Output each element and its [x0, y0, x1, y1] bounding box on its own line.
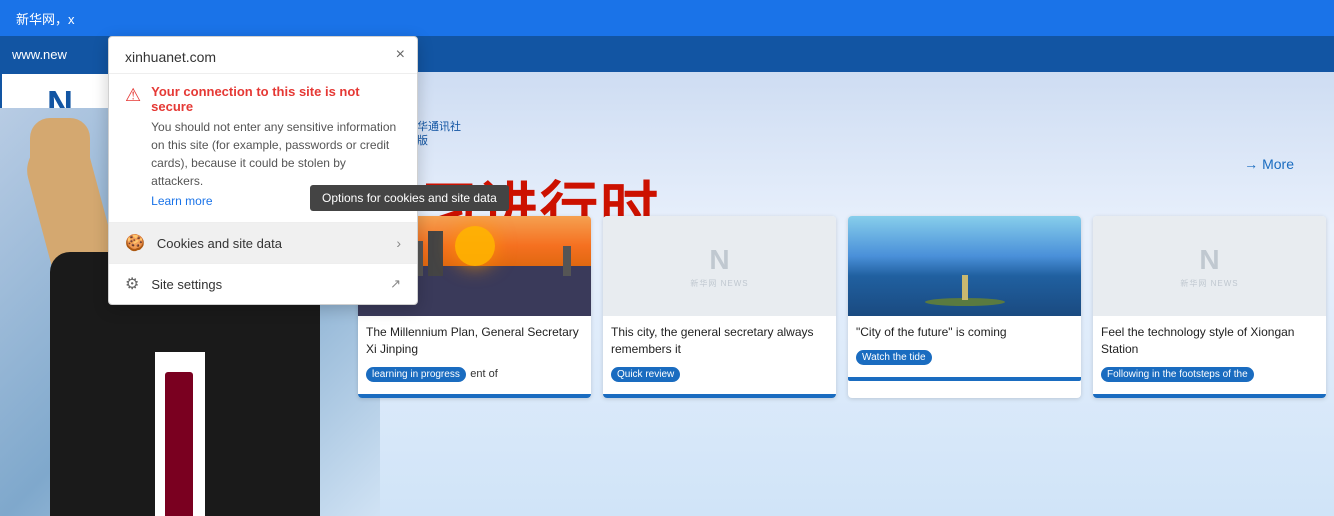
- site-header-text: www.new: [12, 47, 67, 62]
- card-4-body: Feel the technology style of Xiongan Sta…: [1093, 316, 1326, 390]
- more-arrow: →: [1244, 156, 1258, 172]
- site-settings-label: Site settings: [151, 277, 222, 292]
- card-4-title: Feel the technology style of Xiongan Sta…: [1101, 324, 1318, 358]
- cookies-label: Cookies and site data: [157, 236, 282, 251]
- popup-header: xinhuanet.com ×: [109, 37, 417, 74]
- learn-more-link[interactable]: Learn more: [151, 194, 212, 208]
- news-card-3[interactable]: "City of the future" is coming Watch the…: [848, 216, 1081, 398]
- card-2-body: This city, the general secretary always …: [603, 316, 836, 390]
- xh-logo-4: N 新华网 NEWS: [1180, 244, 1238, 289]
- card-1-bar: [358, 394, 591, 398]
- more-button[interactable]: → More: [1244, 156, 1294, 172]
- card-4-image: N 新华网 NEWS: [1093, 216, 1326, 316]
- security-popup: xinhuanet.com × ⚠ Your connection to thi…: [108, 36, 418, 305]
- news-cards-row: The Millennium Plan, General Secretary X…: [350, 216, 1334, 398]
- site-settings-menu-item[interactable]: ⚙ Site settings ↗: [109, 264, 417, 304]
- popup-close-button[interactable]: ×: [396, 47, 405, 63]
- cookies-menu-item[interactable]: 🍪 Cookies and site data ›: [109, 223, 417, 263]
- card-3-tag: Watch the tide: [856, 350, 932, 365]
- security-title: Your connection to this site is not secu…: [151, 84, 401, 114]
- lighthouse: [962, 275, 968, 300]
- cookies-item-left: 🍪 Cookies and site data: [125, 233, 282, 253]
- card-4-tag: Following in the footsteps of the: [1101, 367, 1254, 382]
- more-label: More: [1262, 156, 1294, 172]
- security-desc: You should not enter any sensitive infor…: [151, 118, 401, 190]
- cookie-tooltip-text: Options for cookies and site data: [322, 191, 497, 205]
- news-card-2[interactable]: N 新华网 NEWS This city, the general secret…: [603, 216, 836, 398]
- card-1-body: The Millennium Plan, General Secretary X…: [358, 316, 591, 390]
- external-link-icon: ↗: [390, 276, 401, 292]
- cookie-icon: 🍪: [125, 233, 145, 253]
- card-3-title: "City of the future" is coming: [856, 324, 1073, 341]
- card-3-image: [848, 216, 1081, 316]
- card-2-title: This city, the general secretary always …: [611, 324, 828, 358]
- card-3-body: "City of the future" is coming Watch the…: [848, 316, 1081, 373]
- card-2-tag: Quick review: [611, 367, 680, 382]
- warning-icon: ⚠: [125, 85, 141, 106]
- tab-label: 新华网，x: [16, 9, 75, 28]
- card-1-title: The Millennium Plan, General Secretary X…: [366, 324, 583, 358]
- browser-tab-bar: 新华网，x: [0, 0, 1334, 36]
- xh-logo-2: N 新华网 NEWS: [690, 244, 748, 289]
- cookie-tooltip: Options for cookies and site data: [310, 185, 509, 211]
- card-4-bar: [1093, 394, 1326, 398]
- card-3-bar: [848, 377, 1081, 381]
- card-2-bar: [603, 394, 836, 398]
- sun: [455, 226, 495, 266]
- cookies-arrow-icon: ›: [396, 235, 401, 251]
- tie: [165, 372, 193, 516]
- hand: [30, 118, 90, 188]
- popup-url: xinhuanet.com: [125, 49, 401, 65]
- card-1-tag: learning in progress: [366, 367, 466, 382]
- settings-item-left: ⚙ Site settings: [125, 274, 222, 294]
- card-2-image: N 新华网 NEWS: [603, 216, 836, 316]
- settings-icon: ⚙: [125, 274, 139, 294]
- news-card-4[interactable]: N 新华网 NEWS Feel the technology style of …: [1093, 216, 1326, 398]
